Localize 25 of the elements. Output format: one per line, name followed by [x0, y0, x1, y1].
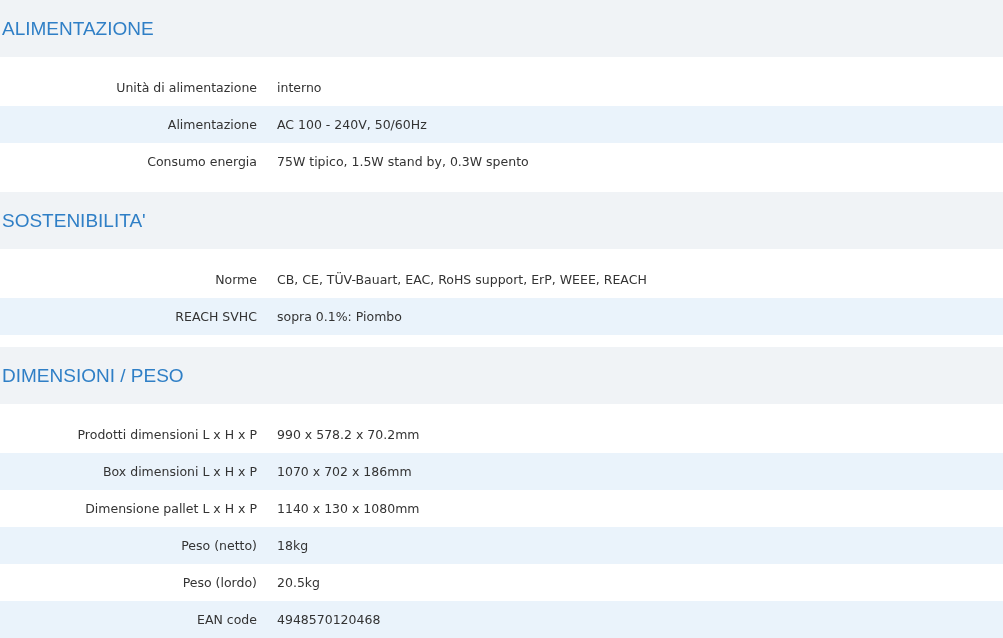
spec-label: Box dimensioni L x H x P — [102, 464, 257, 479]
spec-value: AC 100 - 240V, 50/60Hz — [277, 117, 427, 132]
spec-label: Peso (lordo) — [181, 575, 257, 590]
spec-label: Dimensione pallet L x H x P — [84, 501, 257, 516]
spec-label: Peso (netto) — [180, 538, 257, 553]
spec-value: 990 x 578.2 x 70.2mm — [277, 427, 420, 442]
spec-label: Consumo energia — [146, 154, 257, 169]
spec-value: CB, CE, TÜV-Bauart, EAC, RoHS support, ErP, WEEE, REACH — [277, 272, 647, 287]
spec-label: Norme — [214, 272, 257, 287]
spec-value: 20.5kg — [277, 575, 320, 590]
spec-value: interno — [277, 80, 322, 95]
spec-label: REACH SVHC — [174, 309, 257, 324]
spec-label: Prodotti dimensioni L x H x P — [76, 427, 257, 442]
spec-value: 18kg — [277, 538, 309, 553]
spec-value: sopra 0.1%: Piombo — [277, 309, 402, 324]
spec-value: 1140 x 130 x 1080mm — [277, 501, 420, 516]
section-title: SOSTENIBILITA' — [2, 209, 146, 232]
spec-value: 1070 x 702 x 186mm — [277, 464, 412, 479]
spec-value: 75W tipico, 1.5W stand by, 0.3W spento — [277, 154, 529, 169]
spec-label: EAN code — [196, 612, 257, 627]
spec-label: Alimentazione — [166, 117, 257, 132]
section-title: ALIMENTAZIONE — [2, 17, 154, 40]
spec-value: 4948570120468 — [277, 612, 381, 627]
section-title: DIMENSIONI / PESO — [2, 364, 184, 387]
spec-label: Unità di alimentazione — [115, 80, 257, 95]
